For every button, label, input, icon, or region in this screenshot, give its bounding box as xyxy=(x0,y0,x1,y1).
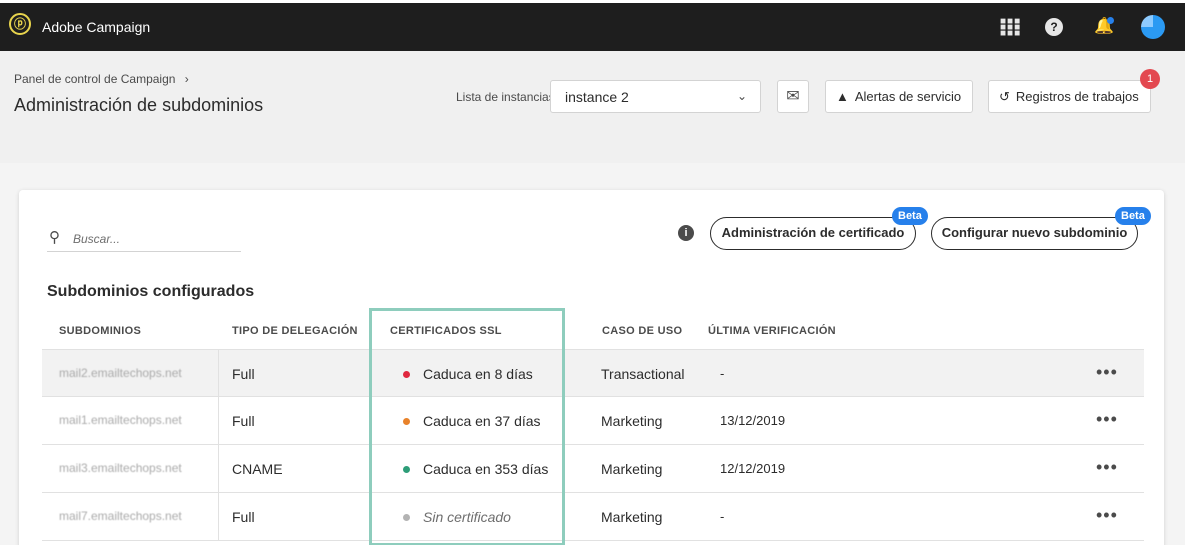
adobe-campaign-logo[interactable]: ⓟ xyxy=(9,13,31,35)
use-case-cell: Marketing xyxy=(601,461,663,477)
alert-icon: ▲ xyxy=(836,89,849,104)
column-header-use-case[interactable]: CASO DE USO xyxy=(602,325,682,337)
search-input[interactable]: Buscar... xyxy=(73,232,120,246)
page-header: Panel de control de Campaign › Administr… xyxy=(0,51,1185,163)
configure-new-subdomain-button[interactable]: Configurar nuevo subdominio xyxy=(931,217,1138,250)
subdomain-cell: mail3.emailtechops.net xyxy=(59,461,182,475)
column-header-delegation[interactable]: TIPO DE DELEGACIÓN xyxy=(232,325,358,337)
column-divider xyxy=(218,397,219,444)
more-actions-icon[interactable]: ••• xyxy=(1096,409,1118,430)
job-logs-label: Registros de trabajos xyxy=(1015,89,1139,104)
ssl-column-highlight xyxy=(369,308,565,545)
table-row[interactable]: mail2.emailtechops.net Full Caduca en 8 … xyxy=(42,349,1144,397)
more-actions-icon[interactable]: ••• xyxy=(1096,505,1118,526)
use-case-cell: Transactional xyxy=(601,366,685,382)
certificate-management-button[interactable]: Administración de certificado xyxy=(710,217,916,250)
table-row[interactable]: mail7.emailtechops.net Full Sin certific… xyxy=(42,493,1144,541)
top-bar: ⓟ Adobe Campaign ■■■ ■■■ ■■■ ? 🔔 xyxy=(0,0,1185,51)
beta-badge: Beta xyxy=(1115,207,1151,225)
avatar[interactable] xyxy=(1141,15,1165,39)
service-alerts-button[interactable]: ▲ Alertas de servicio xyxy=(825,80,973,113)
more-actions-icon[interactable]: ••• xyxy=(1096,362,1118,383)
notification-dot xyxy=(1107,17,1114,24)
envelope-icon: ✉ xyxy=(786,88,800,105)
page-title: Administración de subdominios xyxy=(14,95,264,115)
breadcrumb[interactable]: Panel de control de Campaign › xyxy=(14,72,189,86)
table-row[interactable]: mail1.emailtechops.net Full Caduca en 37… xyxy=(42,397,1144,445)
search-icon: ⚲ xyxy=(49,229,60,246)
column-header-last-check[interactable]: ÚLTIMA VERIFICACIÓN xyxy=(708,325,836,337)
delegation-cell: Full xyxy=(232,366,255,382)
delegation-cell: CNAME xyxy=(232,461,283,477)
delegation-cell: Full xyxy=(232,413,255,429)
beta-badge: Beta xyxy=(892,207,928,225)
mail-button[interactable]: ✉ xyxy=(777,80,809,113)
last-check-cell: - xyxy=(720,509,725,524)
column-divider xyxy=(218,493,219,540)
column-header-subdomains[interactable]: SUBDOMINIOS xyxy=(59,325,141,337)
job-logs-button[interactable]: ↺ Registros de trabajos xyxy=(988,80,1151,113)
last-check-cell: - xyxy=(720,366,725,381)
app-title[interactable]: Adobe Campaign xyxy=(42,19,150,35)
job-logs-badge: 1 xyxy=(1140,69,1160,89)
apps-grid-icon[interactable]: ■■■ ■■■ ■■■ xyxy=(1000,16,1020,39)
delegation-cell: Full xyxy=(232,509,255,525)
instance-list-label: Lista de instancias xyxy=(456,90,555,104)
search-field[interactable]: ⚲ Buscar... xyxy=(47,226,241,252)
column-divider xyxy=(218,445,219,492)
subdomain-cell: mail2.emailtechops.net xyxy=(59,366,182,380)
table-row[interactable]: mail3.emailtechops.net CNAME Caduca en 3… xyxy=(42,445,1144,493)
help-icon[interactable]: ? xyxy=(1045,18,1063,36)
more-actions-icon[interactable]: ••• xyxy=(1096,457,1118,478)
instance-select[interactable]: instance 2 ⌄ xyxy=(550,80,761,113)
subdomain-cell: mail7.emailtechops.net xyxy=(59,509,182,523)
use-case-cell: Marketing xyxy=(601,509,663,525)
last-check-cell: 12/12/2019 xyxy=(720,461,786,476)
instance-select-value: instance 2 xyxy=(565,89,629,105)
service-alerts-label: Alertas de servicio xyxy=(854,89,962,104)
history-icon: ↺ xyxy=(999,89,1010,104)
subdomain-cell: mail1.emailtechops.net xyxy=(59,413,182,427)
use-case-cell: Marketing xyxy=(601,413,663,429)
info-icon[interactable]: i xyxy=(678,225,694,241)
breadcrumb-link[interactable]: Panel de control de Campaign xyxy=(14,72,175,86)
subdomains-card: ⚲ Buscar... i Administración de certific… xyxy=(19,190,1164,545)
section-title: Subdominios configurados xyxy=(47,283,255,300)
last-check-cell: 13/12/2019 xyxy=(720,413,786,428)
chevron-down-icon: ⌄ xyxy=(736,89,747,103)
column-divider xyxy=(218,350,219,397)
breadcrumb-separator-icon: › xyxy=(184,72,189,86)
